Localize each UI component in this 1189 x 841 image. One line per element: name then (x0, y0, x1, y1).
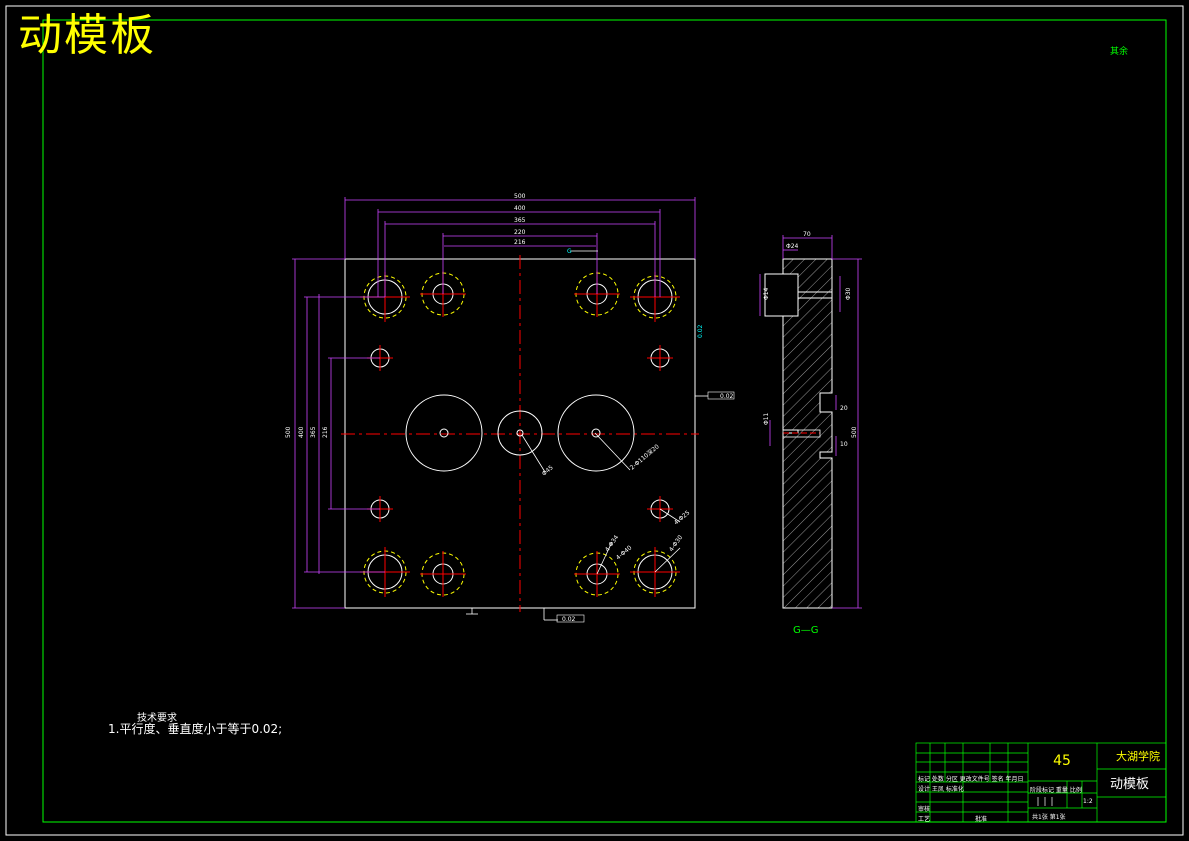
dim-side-c: Φ14 (763, 287, 770, 300)
outer-frame (5, 5, 1184, 836)
perp-bottom-callout: 0.02 (562, 616, 576, 623)
title-block-mark-row: 标记 处数 分区 更改文件号 签名 年月日 (918, 776, 1024, 783)
title-block-stage-row: 阶段标记 重量 比例 (1030, 787, 1082, 794)
callout-big-holes: 2-Φ110深20 (628, 442, 661, 471)
title-block-sheet-row: 共1张 第1张 (1032, 814, 1066, 821)
dim-left-2: 400 (298, 426, 305, 438)
callout-pin-outer: 4-Φ34 (604, 534, 620, 553)
front-dimension-texts: 500 400 365 220 216 500 400 365 216 2-Φ1… (285, 193, 734, 623)
title-block-school: 大湖学院 (1116, 750, 1160, 763)
dim-side-top: 70 (803, 231, 811, 238)
pin-hole-bl (420, 551, 466, 597)
title-block-scale: 1:2 (1083, 798, 1093, 805)
dim-side-f: Φ11 (763, 412, 770, 425)
dim-top-4: 220 (514, 229, 526, 236)
front-view (292, 197, 735, 623)
cad-drawing: 500 400 365 220 216 500 400 365 216 2-Φ1… (5, 5, 1184, 836)
dim-side-b: Φ30 (845, 287, 852, 300)
title-block-review: 审核 (918, 806, 931, 813)
cavity-hole-right (557, 394, 635, 472)
flatness-callout: 0.02 (720, 393, 734, 400)
title-block-part-name: 动模板 (1110, 777, 1150, 792)
tech-requirement-1: 1.平行度、垂直度小于等于0.02; (108, 722, 283, 736)
inner-frame (42, 19, 1167, 823)
dim-left-4: 216 (322, 426, 329, 438)
dim-top-3: 365 (514, 217, 526, 224)
dim-side-e: 10 (840, 441, 848, 448)
dim-top-2: 400 (514, 205, 526, 212)
callout-center-hole: Φ45 (541, 464, 555, 477)
callout-guide-outer: 4-Φ40 (615, 544, 634, 561)
title-block-design-row: 设计 王凤 标准化 (918, 786, 964, 793)
dim-top-5: 216 (514, 239, 526, 246)
surface-roughness-note: 其余 (1110, 47, 1129, 57)
dim-left-1: 500 (285, 426, 292, 438)
leaders (466, 250, 708, 621)
dim-side-right: 500 (851, 426, 858, 438)
title-block-material: 45 (1053, 753, 1071, 769)
title-block-process: 工艺 (918, 816, 931, 823)
callout-pin-holes: 4-Φ30 (668, 534, 684, 553)
drawing-title: 动模板 (18, 10, 156, 61)
cavity-hole-left (405, 394, 483, 472)
small-hole-2 (647, 345, 673, 371)
dim-left-3: 365 (310, 426, 317, 438)
dim-top-1: 500 (514, 193, 526, 200)
title-block-approve: 批准 (975, 816, 988, 823)
section-view-label: G—G (793, 625, 819, 636)
callout-guide-holes: 4-Φ25 (673, 509, 692, 526)
perp-side-callout: 0.02 (697, 324, 704, 338)
dim-side-a: Φ24 (786, 243, 799, 250)
section-mark: G (567, 248, 572, 255)
dim-side-d: 20 (840, 405, 848, 412)
